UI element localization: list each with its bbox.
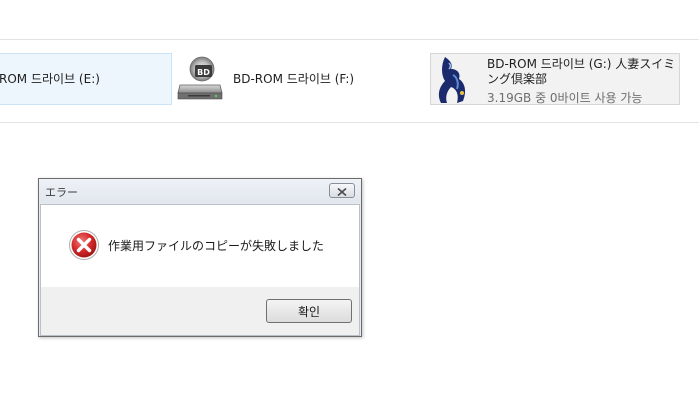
dialog-titlebar[interactable]: エラー [39,179,361,203]
error-icon [68,229,100,261]
drive-g-label: BD-ROM 드라이브 (G:) 人妻スイミング倶楽部 [487,57,676,86]
drive-g-item[interactable]: BD-ROM 드라이브 (G:) 人妻スイミング倶楽部 3.19GB 중 0바이… [430,53,680,105]
bottom-divider [0,122,699,123]
message-area: 作業用ファイルのコピーが失敗しました [41,205,359,287]
close-button[interactable] [329,183,355,198]
disc-artwork-icon [435,55,475,103]
drive-g-free-space: 3.19GB 중 0바이트 사용 가능 [487,91,643,105]
dialog-title: エラー [45,186,78,199]
drive-f-label: BD-ROM 드라이브 (F:) [233,72,355,86]
dialog-body: 作業用ファイルのコピーが失敗しました 확인 [40,204,360,336]
error-dialog: エラー 作業用ファイルのコピーが失敗しました 확인 [38,178,362,337]
drive-e-item[interactable]: ROM 드라이브 (E:) [0,53,172,105]
top-divider [0,39,699,40]
ok-button[interactable]: 확인 [266,299,352,323]
drive-g-text: BD-ROM 드라이브 (G:) 人妻スイミング倶楽部 3.19GB 중 0바이… [487,57,677,106]
bd-drive-icon: BD [176,55,224,103]
explorer-window: ROM 드라이브 (E:) BD BD-ROM 드라이브 (F:) BD-ROM… [0,0,699,417]
button-area: 확인 [41,287,359,335]
svg-text:BD: BD [197,68,210,77]
drive-e-label: ROM 드라이브 (E:) [0,72,100,86]
drive-f-item[interactable]: BD BD-ROM 드라이브 (F:) [176,53,376,105]
error-message: 作業用ファイルのコピーが失敗しました [108,239,325,253]
close-icon [337,181,347,200]
